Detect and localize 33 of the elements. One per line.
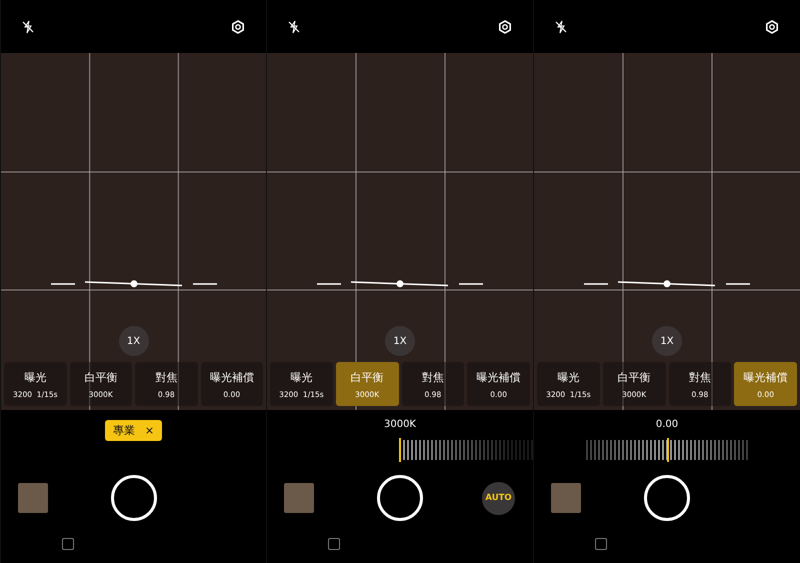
shutter-button[interactable] — [377, 475, 423, 521]
flash-off-icon[interactable] — [287, 20, 301, 34]
dial-slider[interactable] — [586, 437, 748, 463]
setting-label: 白平衡 — [84, 370, 118, 384]
gallery-thumbnail[interactable] — [551, 483, 581, 513]
mode-chip[interactable]: 專業 × — [104, 420, 162, 441]
square-icon[interactable] — [595, 538, 607, 550]
auto-button[interactable]: AUTO — [482, 482, 515, 514]
flash-off-icon[interactable] — [554, 20, 568, 34]
setting-label: 對焦 — [155, 370, 178, 384]
value-reading: 0.00 — [656, 419, 678, 432]
setting-label: 曝光 — [557, 370, 580, 384]
shutter-button[interactable] — [644, 475, 690, 521]
setting-label: 曝光補償 — [476, 370, 521, 384]
square-icon[interactable] — [62, 538, 74, 550]
flash-off-icon[interactable] — [21, 20, 35, 34]
setting-label: 曝光 — [24, 370, 46, 384]
settings-icon[interactable] — [231, 20, 245, 34]
setting-label: 曝光補償 — [210, 370, 254, 384]
setting-label: 白平衡 — [350, 370, 384, 384]
setting-label: 對焦 — [422, 370, 444, 384]
gallery-thumbnail[interactable] — [284, 483, 314, 513]
dial-slider[interactable] — [399, 437, 533, 463]
setting-label: 曝光 — [290, 370, 312, 384]
setting-label: 曝光補償 — [744, 370, 788, 384]
setting-label: 白平衡 — [618, 370, 651, 384]
settings-icon[interactable] — [765, 20, 779, 34]
setting-label: 對焦 — [688, 370, 711, 384]
value-reading: 3000K — [384, 419, 416, 432]
square-icon[interactable] — [328, 538, 340, 550]
settings-icon[interactable] — [498, 20, 512, 34]
shutter-button[interactable] — [110, 475, 156, 521]
gallery-thumbnail[interactable] — [18, 483, 48, 513]
